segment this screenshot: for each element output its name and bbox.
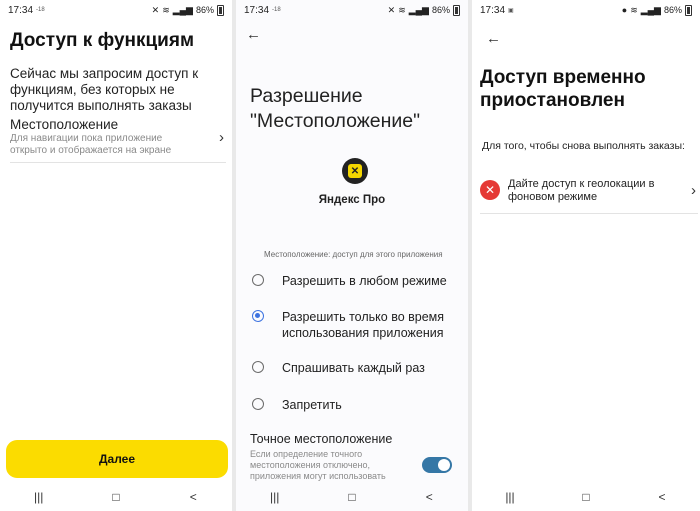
mute-icon: ✕ [151,4,160,15]
error-x-icon: ✕ [480,180,500,200]
signal-icon: ▂▄▆ [172,4,193,15]
screen-feature-access: 17:34 -18 ✕ ≋ ▂▄▆ 86% Доступ к функциям … [0,0,232,511]
status-time: 17:34 [244,4,270,16]
page-title: Доступ к функциям [10,30,195,51]
page-description: Для того, чтобы снова выполнять заказы: [482,140,685,152]
status-bar: 17:34 -18 ✕ ≋ ▂▄▆ 86% [236,0,468,20]
option-label: Запретить [282,398,342,412]
back-nav-icon[interactable]: < [414,490,444,504]
status-bar: 17:34 ▣ ● ≋ ▂▄▆ 86% [472,0,700,20]
recents-icon[interactable]: ||| [24,490,54,504]
arrow-left-icon[interactable]: ← [486,30,501,47]
permission-title-line1: Разрешение [250,85,363,107]
wifi-icon: ≋ [162,4,170,15]
battery-icon [685,4,692,16]
status-time: 17:34 [480,4,506,16]
status-time: 17:34 [8,4,34,16]
wifi-icon: ≋ [630,4,638,15]
status-bar: 17:34 -18 ✕ ≋ ▂▄▆ 86% [0,0,232,20]
wifi-icon: ≋ [398,4,406,15]
next-button[interactable]: Далее [6,440,228,478]
option-allow-always[interactable]: Разрешить в любом режиме [252,273,460,289]
location-label: Местоположение [10,117,119,132]
page-title: Доступ временно приостановлен [480,67,646,111]
permission-title: Разрешение "Местоположение" [250,84,420,134]
screen-access-suspended: 17:34 ▣ ● ≋ ▂▄▆ 86% ← Доступ временно пр… [472,0,700,511]
nav-bar: ||| □ < [472,483,700,511]
chevron-right-icon: › [691,182,696,199]
home-icon[interactable]: □ [337,490,367,504]
home-icon[interactable]: □ [101,490,131,504]
battery-percent: 86% [663,5,682,15]
battery-percent: 86% [195,5,214,15]
app-name: Яндекс Про [318,194,386,206]
app-logo-mark: ✕ [348,164,362,178]
precise-location-title: Точное местоположение [250,432,393,446]
nav-bar: ||| □ < [236,483,468,511]
page-description: Сейчас мы запросим доступ к функциям, бе… [10,66,199,113]
status-right: ● ≋ ▂▄▆ 86% [621,4,692,16]
status-indicator: -18 [272,7,281,13]
battery-icon [217,4,224,16]
option-allow-while-using[interactable]: Разрешить только во время использования … [252,309,460,341]
image-icon: ▣ [508,7,514,14]
back-nav-icon[interactable]: < [647,490,677,504]
status-indicator: -18 [36,7,45,13]
background-location-item[interactable]: ✕ Дайте доступ к геолокации в фоновом ре… [480,172,698,214]
status-right: ✕ ≋ ▂▄▆ 86% [387,4,460,16]
arrow-left-icon[interactable]: ← [246,26,261,43]
radio-allow-while-using[interactable] [252,310,264,322]
location-sublabel: Для навигации пока приложение открыто и … [10,133,172,156]
permission-title-line2: "Местоположение" [250,110,421,132]
app-logo-icon: ✕ [342,158,368,184]
option-label: Разрешить только во время использования … [282,310,445,340]
section-label: Местоположение: доступ для этого приложе… [264,250,443,259]
nav-bar: ||| □ < [0,483,232,511]
signal-icon: ▂▄▆ [640,4,661,15]
option-label: Спрашивать каждый раз [282,361,425,375]
background-location-label: Дайте доступ к геолокации в фоновом режи… [508,178,655,203]
mute-icon: ✕ [387,4,396,15]
radio-allow-always[interactable] [252,274,264,286]
location-pin-icon: ● [621,5,628,15]
chevron-right-icon: › [219,129,224,146]
recents-icon[interactable]: ||| [260,490,290,504]
home-icon[interactable]: □ [571,490,601,504]
option-deny[interactable]: Запретить [252,397,460,413]
screen-location-permission: 17:34 -18 ✕ ≋ ▂▄▆ 86% ← Разрешение "Мест… [236,0,468,511]
status-right: ✕ ≋ ▂▄▆ 86% [151,4,224,16]
radio-deny[interactable] [252,398,264,410]
recents-icon[interactable]: ||| [495,490,525,504]
precise-location-description: Если определение точного местоположения … [250,449,386,481]
option-ask-every-time[interactable]: Спрашивать каждый раз [252,360,460,376]
battery-percent: 86% [431,5,450,15]
back-nav-icon[interactable]: < [178,490,208,504]
radio-ask-every-time[interactable] [252,361,264,373]
battery-icon [453,4,460,16]
signal-icon: ▂▄▆ [408,4,429,15]
option-label: Разрешить в любом режиме [282,274,447,288]
location-permission-item[interactable]: Местоположение Для навигации пока прилож… [10,117,226,163]
precise-location-toggle[interactable] [422,457,452,473]
